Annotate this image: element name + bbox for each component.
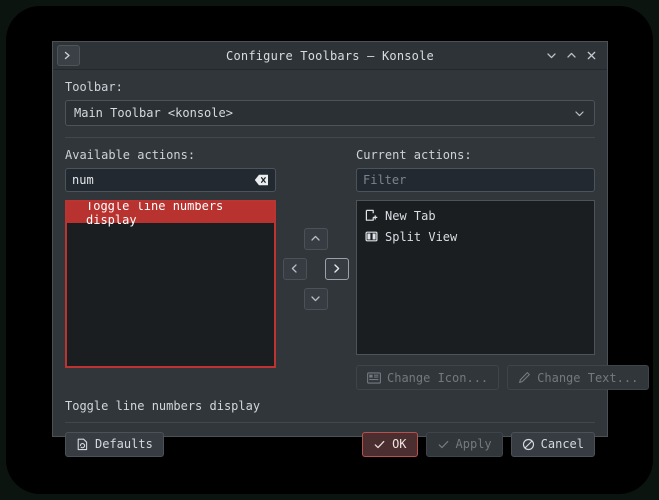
list-item-label: New Tab xyxy=(385,208,436,223)
change-icon-label: Change Icon... xyxy=(387,370,489,385)
list-item[interactable]: Toggle line numbers display xyxy=(67,202,274,227)
divider xyxy=(65,137,595,138)
change-buttons-row: Change Icon... Change Text... xyxy=(356,365,650,390)
ok-button[interactable]: OK xyxy=(362,431,418,457)
configure-toolbars-dialog: Configure Toolbars — Konsole Toolbar: Ma… xyxy=(52,41,650,457)
apply-label: Apply xyxy=(455,437,492,451)
list-item-label: Toggle line numbers display xyxy=(86,200,224,227)
cancel-label: Cancel xyxy=(540,437,584,451)
remove-action-button[interactable] xyxy=(282,258,307,280)
cancel-button[interactable]: Cancel xyxy=(510,431,595,457)
desktop-background: Configure Toolbars — Konsole Toolbar: Ma… xyxy=(0,0,659,500)
terminal-prompt-icon xyxy=(57,45,80,66)
move-up-button[interactable] xyxy=(303,228,328,250)
change-text-label: Change Text... xyxy=(537,370,639,385)
arrow-pad xyxy=(282,228,349,310)
split-view-icon xyxy=(363,230,379,243)
ok-label: OK xyxy=(392,437,407,451)
title-bar: Configure Toolbars — Konsole xyxy=(53,42,607,70)
dialog-footer: Defaults OK Apply Cancel xyxy=(53,423,607,465)
check-icon xyxy=(373,438,386,451)
change-text-button[interactable]: Change Text... xyxy=(507,365,650,390)
minimize-icon[interactable] xyxy=(542,47,560,65)
current-actions-label: Current actions: xyxy=(356,148,472,162)
maximize-icon[interactable] xyxy=(562,47,580,65)
cancel-icon xyxy=(522,438,535,451)
toolbar-select-value: Main Toolbar <konsole> xyxy=(74,106,233,120)
current-actions-panel: Current actions: Filter New Tab Split Vi… xyxy=(356,148,650,390)
defaults-button[interactable]: Defaults xyxy=(65,431,164,457)
transfer-columns: Available actions: num Toggle line numbe… xyxy=(65,148,650,390)
close-icon[interactable] xyxy=(582,47,600,65)
status-text: Toggle line numbers display xyxy=(65,399,261,413)
chevron-up-icon xyxy=(309,230,322,249)
list-item[interactable]: Split View xyxy=(357,226,594,247)
footer-actions: OK Apply Cancel xyxy=(362,431,595,457)
check-icon xyxy=(437,438,450,451)
restore-defaults-icon xyxy=(76,438,89,451)
list-item-label: Split View xyxy=(385,229,458,244)
chevron-right-icon xyxy=(330,260,343,279)
window-title: Configure Toolbars — Konsole xyxy=(226,48,434,63)
toolbar-label: Toolbar: xyxy=(65,80,123,94)
current-filter-input[interactable]: Filter xyxy=(356,168,595,192)
current-actions-list[interactable]: New Tab Split View xyxy=(356,200,595,355)
clear-text-icon[interactable] xyxy=(254,174,269,186)
list-item[interactable]: New Tab xyxy=(357,205,594,226)
apply-button[interactable]: Apply xyxy=(425,431,503,457)
chevron-left-icon xyxy=(288,260,301,279)
chevron-down-icon xyxy=(573,107,586,120)
new-tab-icon xyxy=(363,209,379,222)
available-actions-label: Available actions: xyxy=(65,148,196,162)
defaults-label: Defaults xyxy=(95,437,153,451)
available-actions-panel: Available actions: num Toggle line numbe… xyxy=(65,148,276,390)
change-icon-button[interactable]: Change Icon... xyxy=(356,365,500,390)
current-filter-placeholder: Filter xyxy=(363,173,407,187)
transfer-buttons-panel xyxy=(276,148,356,390)
add-action-button[interactable] xyxy=(324,258,349,280)
window-controls xyxy=(542,47,607,65)
available-search-value: num xyxy=(72,173,94,187)
available-actions-list[interactable]: Toggle line numbers display xyxy=(65,200,276,368)
dialog-content: Toolbar: Main Toolbar <konsole> Availabl… xyxy=(53,70,650,423)
pencil-icon xyxy=(518,371,531,384)
available-search-input[interactable]: num xyxy=(65,168,276,192)
toolbar-select[interactable]: Main Toolbar <konsole> xyxy=(65,100,595,126)
move-down-button[interactable] xyxy=(303,288,328,310)
image-icon xyxy=(367,371,381,384)
chevron-down-icon xyxy=(309,290,322,309)
